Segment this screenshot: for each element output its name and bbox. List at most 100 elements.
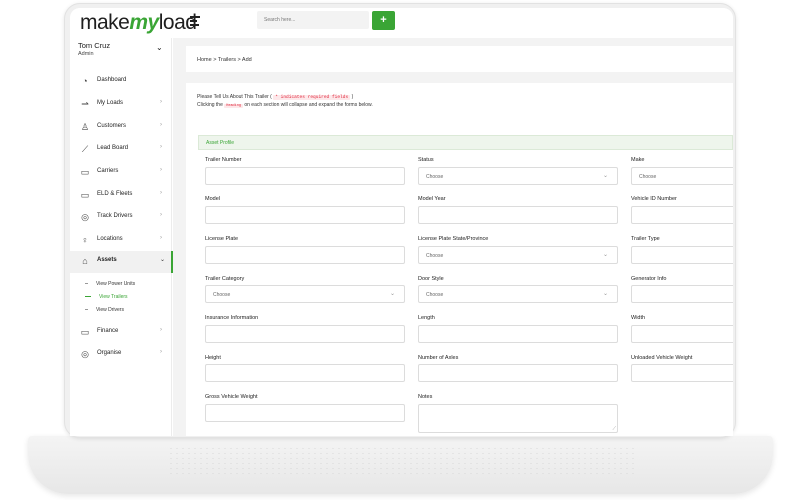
sidebar: Tom Cruz Admin ⌄ ◔ Dashboard ⇀ My Loads … (70, 38, 174, 436)
label-license-plate: License Plate (205, 236, 239, 242)
chevron-right-icon: › (160, 122, 162, 128)
form-card: Please Tell Us About This Trailer ( * in… (186, 83, 733, 436)
stage: makemyload Search here... + Tom Cruz Adm… (0, 0, 800, 500)
label-length: Length (418, 315, 435, 321)
chevron-right-icon: › (160, 235, 162, 241)
label-height: Height (205, 355, 221, 361)
chevron-right-icon: › (160, 99, 162, 105)
vin-input[interactable] (631, 206, 733, 224)
make-select[interactable]: Choose (631, 167, 733, 185)
chevron-down-icon: ⌄ (602, 252, 608, 258)
label-trailer-number: Trailer Number (205, 157, 242, 163)
user-name: Tom Cruz (78, 41, 111, 50)
chevron-right-icon: › (160, 349, 162, 355)
label-width: Width (631, 315, 646, 321)
chevron-down-icon: ⌄ (389, 291, 395, 297)
label-trailer-category: Trailer Category (205, 276, 245, 282)
width-input[interactable] (631, 325, 733, 343)
add-button[interactable]: + (372, 11, 395, 30)
settings-icon: ◎ (81, 349, 89, 359)
chevron-right-icon: › (160, 167, 162, 173)
sidebar-subitem-drivers[interactable]: View Drivers (85, 307, 124, 313)
location-pin-icon: ◎ (81, 212, 89, 222)
chevron-right-icon: › (160, 327, 162, 333)
resize-handle-icon[interactable]: ⟋ (612, 426, 616, 432)
label-plate-state: License Plate State/Province (418, 236, 489, 242)
gross-weight-input[interactable] (205, 404, 405, 422)
required-fields-tag: * indicates required fields (273, 95, 351, 100)
chevron-down-icon: ⌄ (602, 173, 608, 179)
label-gross-weight: Gross Vehicle Weight (205, 394, 258, 400)
label-axles: Number of Axles (418, 355, 459, 361)
sidebar-item-locations[interactable]: ♀ Locations › (70, 230, 172, 250)
dashboard-icon: ◔ (82, 76, 88, 86)
sidebar-subitem-power-units[interactable]: View Power Units (85, 281, 135, 287)
app-screen: makemyload Search here... + Tom Cruz Adm… (70, 8, 733, 436)
chevron-right-icon: › (160, 144, 162, 150)
lock-icon: ⌂ (82, 256, 88, 266)
label-generator-info: Generator Info (631, 276, 667, 282)
chart-icon: ⟋ (81, 144, 89, 154)
label-insurance: Insurance Information (205, 315, 259, 321)
trailer-type-select[interactable] (631, 246, 733, 264)
plate-state-select[interactable]: Choose ⌄ (418, 246, 618, 264)
height-input[interactable] (205, 364, 405, 382)
label-status: Status (418, 157, 434, 163)
breadcrumb-bar: Home > Trailers > Add (186, 46, 733, 72)
map-pin-icon: ♀ (81, 235, 89, 245)
axles-input[interactable] (418, 364, 618, 382)
label-unloaded-weight: Unloaded Vehicle Weight (631, 355, 693, 361)
wallet-icon: ▭ (80, 327, 90, 337)
chevron-down-icon: ⌄ (602, 291, 608, 297)
label-door-style: Door Style (418, 276, 444, 282)
logo[interactable]: makemyload (80, 11, 197, 35)
chevron-right-icon: › (160, 190, 162, 196)
add-user-icon: ♙ (80, 122, 90, 132)
label-model: Model (205, 196, 220, 202)
sidebar-item-finance[interactable]: ▭ Finance › (70, 322, 172, 342)
generator-info-input[interactable] (631, 285, 733, 303)
label-make: Make (631, 157, 645, 163)
user-role: Admin (78, 51, 94, 57)
model-year-input[interactable] (418, 206, 618, 224)
intro-text: Please Tell Us About This Trailer ( * in… (197, 94, 354, 100)
menu-icon[interactable] (190, 16, 200, 26)
length-input[interactable] (418, 325, 618, 343)
top-bar: makemyload Search here... + (70, 8, 733, 38)
license-plate-input[interactable] (205, 246, 405, 264)
sidebar-item-carriers[interactable]: ▭ Carriers › (70, 162, 172, 182)
sidebar-item-customers[interactable]: ♙ Customers › (70, 117, 172, 137)
status-select[interactable]: Choose ⌄ (418, 167, 618, 185)
sidebar-item-assets[interactable]: ⌂ Assets ⌄ (70, 251, 174, 273)
section-header-asset-profile[interactable]: Asset Profile (198, 135, 733, 150)
fleet-icon: ▭ (80, 190, 90, 200)
heading-tag: Heading (224, 104, 243, 108)
insurance-input[interactable] (205, 325, 405, 343)
truck-icon: ⇀ (81, 99, 89, 109)
chevron-down-icon[interactable]: ⌄ (156, 43, 163, 52)
sidebar-item-lead-board[interactable]: ⟋ Lead Board › (70, 139, 172, 159)
label-vin: Vehicle ID Number (631, 196, 677, 202)
sidebar-item-organise[interactable]: ◎ Organise › (70, 344, 172, 364)
intro-hint: Clicking the Heading on each section wil… (197, 102, 373, 108)
notes-textarea[interactable]: ⟋ (418, 404, 618, 433)
breadcrumb[interactable]: Home > Trailers > Add (197, 57, 252, 63)
sidebar-item-dashboard[interactable]: ◔ Dashboard (70, 71, 172, 91)
label-model-year: Model Year (418, 196, 446, 202)
sidebar-item-eld-fleets[interactable]: ▭ ELD & Fleets › (70, 185, 172, 205)
sidebar-item-track-drivers[interactable]: ◎ Track Drivers › (70, 207, 172, 227)
trailer-number-input[interactable] (205, 167, 405, 185)
label-notes: Notes (418, 394, 433, 400)
unloaded-weight-input[interactable] (631, 364, 733, 382)
truck-icon: ▭ (80, 167, 90, 177)
chevron-right-icon: › (160, 212, 162, 218)
main-area: Home > Trailers > Add Please Tell Us Abo… (173, 38, 733, 436)
model-input[interactable] (205, 206, 405, 224)
trailer-category-select[interactable]: Choose ⌄ (205, 285, 405, 303)
sidebar-item-my-loads[interactable]: ⇀ My Loads › (70, 94, 172, 114)
label-trailer-type: Trailer Type (631, 236, 660, 242)
search-input[interactable]: Search here... (257, 11, 369, 29)
sidebar-subitem-trailers[interactable]: View Trailers (85, 294, 128, 300)
door-style-select[interactable]: Choose ⌄ (418, 285, 618, 303)
laptop-base (28, 436, 773, 494)
